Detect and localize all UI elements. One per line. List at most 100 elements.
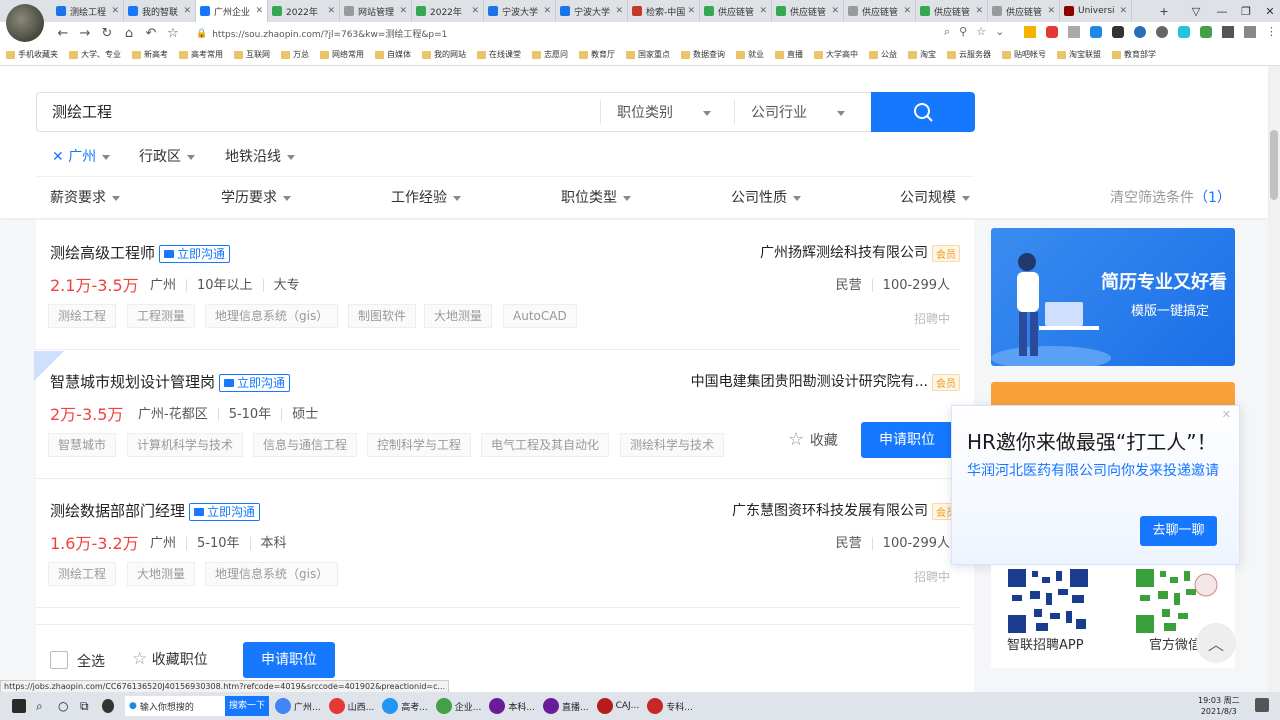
filter-2[interactable]: 工作经验 [391,187,461,207]
browser-tab[interactable]: 2022年 ✕ [268,0,340,22]
job-title[interactable]: 智慧城市规划设计管理岗 立即沟通 [50,371,291,392]
filter-0[interactable]: 薪资要求 [50,187,120,207]
close-tab-icon[interactable]: ✕ [255,6,263,16]
home-icon[interactable]: ⌂ [118,26,140,41]
taskbar-app[interactable]: 企业... [435,698,481,714]
bookmark-item[interactable]: 云服务器 [947,49,991,60]
filter-4[interactable]: 公司性质 [731,187,801,207]
translate-icon[interactable]: ⚲ [959,25,967,39]
browser-tab[interactable]: Universi ✕ [1060,0,1132,22]
extension-icon[interactable] [1178,26,1190,38]
job-title[interactable]: 测绘数据部部门经理 立即沟通 [50,500,261,521]
extension-icon[interactable] [1090,26,1102,38]
job-card[interactable]: 测绘数据部部门经理 立即沟通 1.6万-3.2万 广州 5-10年 本科 测绘工程 大地测量地… [36,480,960,608]
metro-filter[interactable]: 地铁沿线 [225,146,295,166]
taskbar-app[interactable]: 山西... [328,698,374,714]
taskbar-app[interactable]: 专科... [647,698,693,714]
bookmark-item[interactable]: 贴吧帐号 [1002,49,1046,60]
chat-now-button[interactable]: 立即沟通 [189,502,261,521]
job-card[interactable]: 测绘高级工程师 立即沟通 2.1万-3.5万 广州 10年以上 大专 测绘工程 工程测量 地理信… [36,222,960,350]
bookmark-item[interactable]: 直播 [775,49,803,60]
taskbar-app[interactable]: CAJ... [596,698,639,714]
company-name[interactable]: 中国电建集团贵阳勘测设计研究院有... 会员 [691,371,960,391]
bookmark-item[interactable]: 大学高中 [814,49,858,60]
bookmark-item[interactable]: 志愿问 [532,49,568,60]
filter-5[interactable]: 公司规模 [900,187,970,207]
extension-icon[interactable] [1134,26,1146,38]
bookmark-item[interactable]: 高考常用 [179,49,223,60]
search-button[interactable] [871,92,975,132]
close-tab-icon[interactable]: ✕ [831,6,839,16]
bookmark-item[interactable]: 淘宝 [908,49,936,60]
industry-dropdown[interactable]: 公司行业 [751,102,845,122]
extension-icon[interactable] [1112,26,1124,38]
browser-tab[interactable]: 广州企业 ✕ [196,0,268,22]
browser-tab[interactable]: 供应链管 ✕ [772,0,844,22]
close-tab-icon[interactable]: ✕ [111,6,119,16]
apply-button[interactable]: 申请职位 [861,422,953,458]
clear-filters-link[interactable]: 清空筛选条件（1） [1110,187,1231,207]
close-tab-icon[interactable]: ✕ [903,6,911,16]
browser-tab[interactable]: 我的智联 ✕ [124,0,196,22]
close-tab-icon[interactable]: ✕ [327,6,335,16]
app-icon[interactable] [102,699,114,713]
bookmark-item[interactable]: 在线课堂 [477,49,521,60]
browser-tab[interactable]: 宁波大学 ✕ [556,0,628,22]
extension-icon[interactable] [1156,26,1168,38]
taskbar-app[interactable]: 直播... [542,698,589,714]
dropdown-icon[interactable]: ⌄ [995,25,1004,39]
close-tab-icon[interactable]: ✕ [759,6,767,16]
tab-search-icon[interactable]: ▽ [1182,0,1210,22]
extension-icon[interactable] [1046,26,1058,38]
taskbar-app[interactable]: 本科... [489,698,535,714]
taskbar-app[interactable]: 广州... [275,698,321,714]
bookmark-item[interactable]: 手机收藏夹 [6,49,58,60]
bookmark-item[interactable]: 数据查询 [681,49,725,60]
collect-jobs-button[interactable]: ☆ 收藏职位 [132,649,208,669]
close-tab-icon[interactable]: ✕ [975,6,983,16]
extension-icon[interactable] [1200,26,1212,38]
taskbar-search-input[interactable]: ● 输入你想搜的 [125,696,225,716]
close-tab-icon[interactable]: ✕ [615,6,623,16]
browser-tab[interactable]: 检索-中国 ✕ [628,0,700,22]
task-view-icon[interactable]: ⧉ [80,699,92,713]
filter-1[interactable]: 学历要求 [221,187,291,207]
search-input[interactable] [36,92,871,132]
chat-now-button[interactable]: 立即沟通 [219,373,291,392]
filter-3[interactable]: 职位类型 [561,187,631,207]
close-tab-icon[interactable]: ✕ [183,6,191,16]
chat-now-button[interactable]: 立即沟通 [159,244,231,263]
close-icon[interactable]: ✕ [52,149,68,165]
url-field[interactable]: 🔒 https://sou.zhaopin.com/?jl=763&kw=测绘工… [196,25,936,42]
browser-tab[interactable]: 网站管理 ✕ [340,0,412,22]
bookmark-star-icon[interactable]: ☆ [162,26,184,41]
company-name[interactable]: 广州扬辉测绘科技有限公司 会员 [760,242,960,262]
scrollbar-thumb[interactable] [1270,130,1278,200]
bookmark-item[interactable]: 大学、专业 [69,49,121,60]
browser-tab[interactable]: 供应链管 ✕ [988,0,1060,22]
windows-start-icon[interactable] [12,699,26,713]
taskbar-search-button[interactable]: 搜索一下 [225,696,270,716]
close-tab-icon[interactable]: ✕ [399,6,407,16]
browser-tab[interactable]: 宁波大学 ✕ [484,0,556,22]
browser-tab[interactable]: 测绘工程 ✕ [52,0,124,22]
user-avatar[interactable] [6,4,44,42]
extension-icon[interactable] [1068,26,1080,38]
extension-icon[interactable] [1024,26,1036,38]
new-tab-button[interactable]: + [1150,0,1178,22]
favorite-icon[interactable]: ☆ [976,25,986,39]
chat-now-button[interactable]: 去聊一聊 [1140,516,1217,546]
resume-ad-banner[interactable]: 简历专业又好看 模版一键搞定 [991,228,1235,366]
notification-icon[interactable] [1255,698,1269,712]
search-keyword[interactable]: 测绘工程 [52,100,112,124]
zoom-icon[interactable]: ⌕ [944,25,950,39]
close-window-button[interactable]: ✕ [1256,0,1280,22]
close-tab-icon[interactable]: ✕ [471,6,479,16]
browser-tab[interactable]: 供应链管 ✕ [916,0,988,22]
reload-icon[interactable]: ↻ [96,26,118,41]
bookmark-item[interactable]: 就业 [736,49,764,60]
close-tab-icon[interactable]: ✕ [687,6,695,16]
cortana-icon[interactable]: ○ [58,699,70,713]
bookmark-item[interactable]: 我的网站 [422,49,466,60]
bulk-apply-button[interactable]: 申请职位 [243,642,335,678]
